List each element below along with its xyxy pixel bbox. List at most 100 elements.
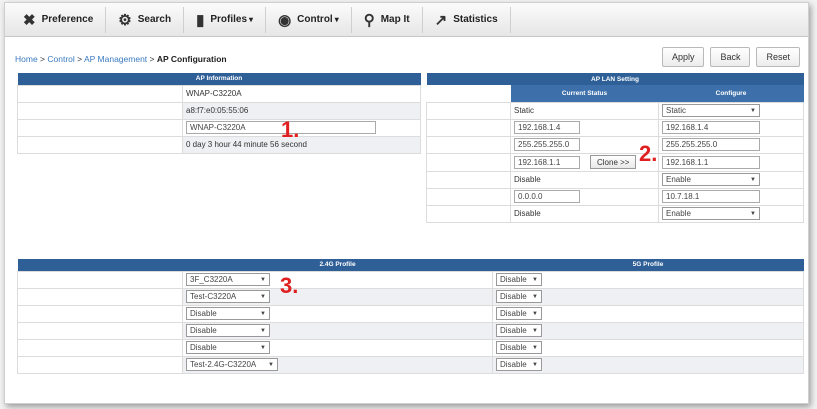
radio-profile-24g-select[interactable]: Test-2.4G-C3220A ▼ [186,358,278,371]
reset-button[interactable]: Reset [756,47,800,67]
ntp-server-input[interactable]: 10.7.18.1 [662,190,760,203]
device-description-label: Device Description [17,118,183,137]
upnp-enable-select[interactable]: Enable ▼ [662,207,760,220]
dhcp-mode-current: Static [510,101,659,120]
chevron-down-icon: ▼ [532,344,538,351]
profiles-table: 2.4G Profile 5G Profile SSID 1 3F_C3220A… [17,259,804,374]
ssid4-24g-value: Disable [190,326,217,335]
toolbar-control-label: Control [297,14,333,25]
ssid2-24g-select[interactable]: Test-C3220A ▼ [186,290,270,303]
profile-24g-header: 2.4G Profile [182,259,493,271]
chevron-down-icon: ▼ [260,310,266,317]
toolbar-mapit-label: Map It [380,14,410,25]
ssid1-24g-value: 3F_C3220A [190,275,233,284]
device-ip-input[interactable]: 192.168.1.4 [662,121,760,134]
chevron-down-icon: ▼ [532,276,538,283]
annotation-marker-1: 1. [281,117,300,142]
toolbar-preference[interactable]: ✖ Preference [11,6,107,33]
ssid3-5g-select[interactable]: Disable ▼ [496,307,542,320]
breadcrumb-control[interactable]: Control [47,54,74,64]
upnp-enable-current: Disable [510,204,659,223]
ntp-server-current: 0.0.0.0 [514,190,580,203]
ssid1-24g-select[interactable]: 3F_C3220A ▼ [186,273,270,286]
ssid5-5g-value: Disable [500,343,527,352]
breadcrumb-sep: > [74,54,84,64]
ap-lan-setting-title: AP LAN Setting [426,73,804,85]
tools-icon: ✖ [23,11,36,29]
device-mask-input[interactable]: 255.255.255.0 [662,138,760,151]
ssid5-24g-select[interactable]: Disable ▼ [186,341,270,354]
ssid4-5g-value: Disable [500,326,527,335]
ssid1-label: SSID 1 [17,270,183,289]
ssid5-24g-value: Disable [190,343,217,352]
chevron-down-icon: ▾ [334,15,339,24]
chevron-down-icon: ▼ [532,310,538,317]
system-uptime-value: 0 day 3 hour 44 minute 56 second [182,135,421,154]
breadcrumb-home[interactable]: Home [15,54,38,64]
clone-button[interactable]: Clone >> [590,155,637,169]
ssid5-5g-select[interactable]: Disable ▼ [496,341,542,354]
toolbar-mapit[interactable]: ⚲ Map It [352,6,423,33]
device-ip-label: Device IP [426,118,511,137]
model-no-value: WNAP-C3220A [182,84,421,103]
dhcp-mode-select-value: Static [666,106,687,115]
action-buttons: Apply Back Reset [661,47,800,67]
gear-search-icon: ⚙ [118,11,132,29]
configure-header: Configure [658,85,804,102]
ntp-client-update-current: Disable [510,170,659,189]
device-gateway-input[interactable]: 192.168.1.1 [662,155,760,169]
folder-icon: ▮ [196,11,205,29]
toolbar-search[interactable]: ⚙ Search [106,6,185,33]
device-mask-current: 255.255.255.0 [514,138,580,151]
ssid4-24g-select[interactable]: Disable ▼ [186,324,270,337]
dhcp-mode-select[interactable]: Static ▼ [662,104,760,117]
ap-information-title: AP Information [17,73,421,85]
toolbar-statistics-label: Statistics [453,14,498,25]
toolbar-statistics[interactable]: ↗ Statistics [423,6,511,33]
ntp-client-update-label: NTP Client Update [426,170,511,189]
ap-information-table: AP Information Model No. WNAP-C3220A Dev… [17,73,421,154]
ap-lan-setting-table: AP LAN Setting Current Status Configure … [426,73,804,223]
toolbar-profiles[interactable]: ▮ Profiles ▾ [184,6,267,33]
app-window: ✖ Preference ⚙ Search ▮ Profiles ▾ ◉ Con… [4,2,809,404]
chevron-down-icon: ▼ [260,327,266,334]
device-mask-label: Device Mask [426,135,511,154]
annotation-marker-2: 2. [639,141,658,166]
back-button[interactable]: Back [710,47,751,67]
chevron-down-icon: ▼ [260,344,266,351]
toolbar-preference-label: Preference [41,14,94,25]
chevron-down-icon: ▼ [260,293,266,300]
ssid5-label: SSID 5 [17,338,183,357]
apply-button[interactable]: Apply [661,47,705,67]
ntp-client-update-select-value: Enable [666,175,691,184]
ssid2-24g-value: Test-C3220A [190,292,237,301]
breadcrumb-sep: > [37,54,48,64]
device-gateway-label: Device Gateway [426,152,511,172]
ntp-client-update-select[interactable]: Enable ▼ [662,173,760,186]
model-no-label: Model No. [17,84,183,103]
radio-profile-5g-select[interactable]: Disable ▼ [496,358,542,371]
chevron-down-icon: ▼ [260,276,266,283]
radio-profile-5g-value: Disable [500,360,527,369]
radio-profile-label: Radio Profile [17,355,183,374]
system-uptime-label: System Uptime [17,135,183,154]
ssid1-5g-select[interactable]: Disable ▼ [496,273,542,286]
ssid4-5g-select[interactable]: Disable ▼ [496,324,542,337]
chevron-down-icon: ▾ [249,15,254,24]
toolbar-control[interactable]: ◉ Control ▾ [266,6,352,33]
breadcrumb-ap-management[interactable]: AP Management [84,54,147,64]
ssid2-5g-select[interactable]: Disable ▼ [496,290,542,303]
device-mac-label: Device MAC [17,101,183,120]
ssid3-24g-select[interactable]: Disable ▼ [186,307,270,320]
device-ip-current: 192.168.1.4 [514,121,580,134]
ssid1-5g-value: Disable [500,275,527,284]
breadcrumb: Home > Control > AP Management > AP Conf… [15,54,227,64]
chevron-down-icon: ▼ [268,361,274,368]
chevron-down-icon: ▼ [750,176,756,183]
toolbar-profiles-label: Profiles [210,14,248,25]
breadcrumb-current: AP Configuration [156,54,227,64]
toolbar-search-label: Search [137,14,172,25]
ssid2-5g-value: Disable [500,292,527,301]
annotation-marker-3: 3. [280,273,299,298]
current-status-header: Current Status [510,85,659,102]
